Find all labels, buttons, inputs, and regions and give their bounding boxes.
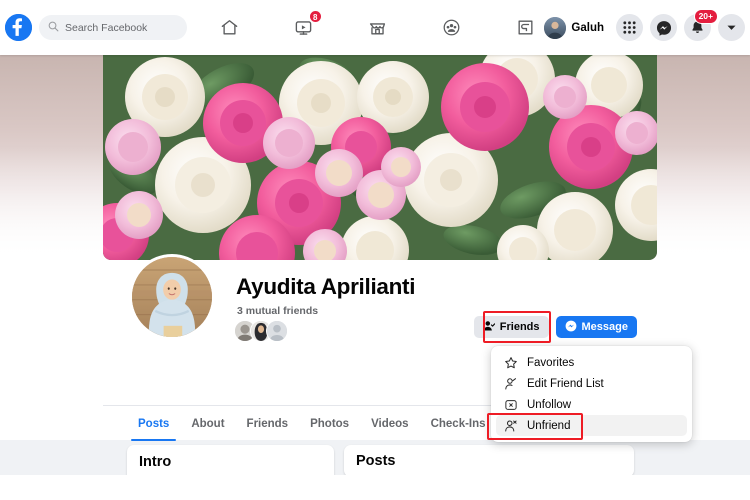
- facebook-logo[interactable]: [5, 14, 32, 41]
- profile-action-buttons: Friends Message: [473, 316, 637, 338]
- topbar-left-section: Search Facebook: [0, 14, 205, 41]
- intro-card-title: Intro: [139, 454, 172, 470]
- profile-picture[interactable]: [129, 254, 215, 340]
- tab-friends[interactable]: Friends: [236, 406, 300, 441]
- nav-groups-icon[interactable]: [437, 13, 467, 43]
- menu-grid-button[interactable]: [616, 14, 643, 41]
- account-menu-button[interactable]: [718, 14, 745, 41]
- tab-about[interactable]: About: [180, 406, 235, 441]
- screenshot-bottom-edge: [0, 475, 750, 500]
- menu-item-favorites[interactable]: Favorites: [496, 352, 687, 373]
- tab-checkins-label: Check-Ins: [430, 417, 486, 430]
- search-icon: [48, 19, 59, 37]
- nav-home-icon[interactable]: [215, 13, 245, 43]
- mutual-friends-label: 3 mutual friends: [237, 305, 319, 317]
- tab-photos[interactable]: Photos: [299, 406, 360, 441]
- watch-badge: 8: [308, 9, 322, 23]
- profile-name: Ayudita Aprilianti: [236, 274, 416, 299]
- star-icon: [503, 355, 518, 370]
- tab-posts-label: Posts: [138, 417, 170, 430]
- messenger-button[interactable]: [650, 14, 677, 41]
- tab-photos-label: Photos: [310, 417, 350, 430]
- menu-item-unfriend[interactable]: Unfriend: [496, 415, 687, 436]
- account-name-label: Galuh: [571, 21, 604, 34]
- topbar-nav-icons: 8: [213, 9, 542, 43]
- friends-dropdown-menu: Favorites Edit Friend List Unfollow Unfr…: [491, 346, 692, 442]
- search-input[interactable]: Search Facebook: [39, 15, 187, 40]
- top-navigation-bar: Search Facebook 8 Galuh 20+: [0, 0, 750, 55]
- tab-posts[interactable]: Posts: [127, 406, 180, 441]
- edit-friend-icon: [503, 376, 518, 391]
- tab-friends-label: Friends: [246, 417, 289, 430]
- menu-item-unfollow-label: Unfollow: [527, 398, 572, 411]
- cover-photo[interactable]: [103, 55, 657, 260]
- mutual-avatar: [266, 320, 288, 342]
- friends-button-label: Friends: [499, 321, 540, 333]
- notifications-button[interactable]: 20+: [684, 9, 718, 41]
- nav-watch-icon[interactable]: 8: [289, 9, 322, 43]
- message-button[interactable]: Message: [555, 316, 637, 338]
- unfollow-icon: [503, 397, 518, 412]
- message-button-label: Message: [581, 321, 628, 333]
- facebook-profile-screen: Search Facebook 8 Galuh 20+ Ayudita Apri…: [0, 0, 750, 500]
- nav-marketplace-icon[interactable]: [363, 13, 393, 43]
- menu-item-edit-friend-list-label: Edit Friend List: [527, 377, 604, 390]
- notifications-badge: 20+: [693, 9, 718, 24]
- mutual-friends-avatars[interactable]: [234, 320, 288, 342]
- account-avatar: [544, 16, 567, 39]
- menu-item-favorites-label: Favorites: [527, 356, 575, 369]
- posts-card-title: Posts: [356, 453, 396, 469]
- account-profile-chip[interactable]: Galuh: [542, 15, 609, 41]
- tab-videos[interactable]: Videos: [360, 406, 420, 441]
- topbar-right-section: Galuh 20+: [542, 9, 750, 41]
- menu-item-unfriend-label: Unfriend: [527, 419, 571, 432]
- posts-card-header: Posts: [344, 445, 634, 477]
- tab-about-label: About: [191, 417, 225, 430]
- menu-item-unfollow[interactable]: Unfollow: [496, 394, 687, 415]
- friend-check-icon: [483, 320, 495, 335]
- tab-checkins[interactable]: Check-Ins: [420, 406, 497, 441]
- friends-button[interactable]: Friends: [473, 316, 549, 338]
- nav-gaming-icon[interactable]: [511, 13, 541, 43]
- menu-item-edit-friend-list[interactable]: Edit Friend List: [496, 373, 687, 394]
- messenger-icon: [565, 320, 577, 335]
- search-placeholder-text: Search Facebook: [65, 21, 148, 34]
- tab-videos-label: Videos: [371, 417, 409, 430]
- unfriend-icon: [503, 418, 518, 433]
